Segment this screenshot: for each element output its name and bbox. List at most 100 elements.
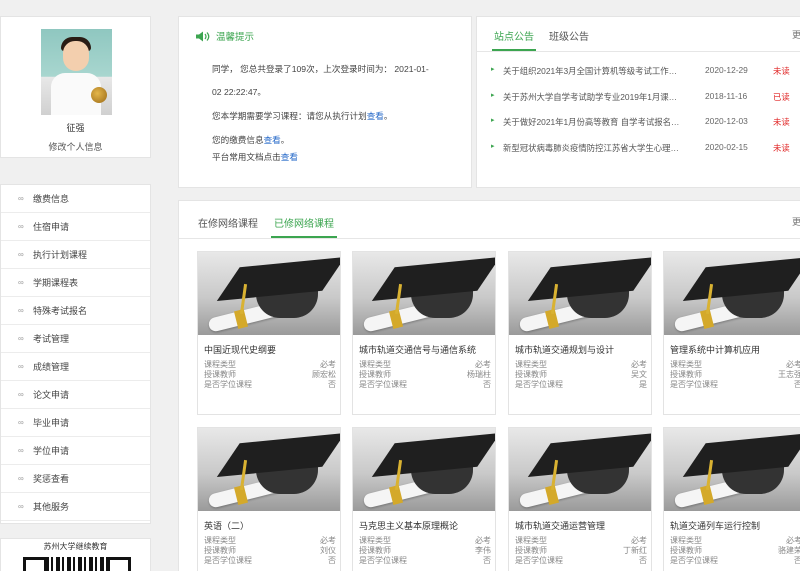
course-title: 城市轨道交通信号与通信系统 <box>359 345 477 355</box>
menu-item-label: 论文申请 <box>33 390 70 400</box>
course-title: 轨道交通列车运行控制 <box>670 521 761 531</box>
announcement-date: 2020-02-15 <box>705 141 748 152</box>
side-menu: ∞ 缴费信息 ∞ 住宿申请 ∞ 执行计划课程 ∞ 学期课程表 ∞ 特殊考试报名 ∞ 考试管理 ∞ 成绩管理… <box>0 184 151 524</box>
course-teacher-row: 授课教师 李伟 <box>359 546 491 555</box>
announcement-row[interactable]: ▸ 新型冠状病毒肺炎疫情防控江苏省大学生心理健康服务 2020-02-15 未读 <box>491 140 800 156</box>
course-card[interactable]: 城市轨道交通信号与通信系统 课程类型 必考 授课教师 杨瑞柱 是否学位课程否 <box>352 251 496 415</box>
menu-item[interactable]: ∞ 住宿申请 <box>1 213 150 241</box>
bullet-arrow-icon: ▸ <box>491 117 495 124</box>
announcement-row[interactable]: ▸ 关于苏州大学自学考试助学专业2019年1月课程考试安排 2018-11-16 已读 <box>491 89 800 105</box>
course-card[interactable]: 城市轨道交通运营管理课程类型 必考 授课教师 丁新红 是否学位课程否 <box>508 427 652 571</box>
user-name: 征强 <box>66 123 85 133</box>
graduation-cap-image <box>198 252 340 335</box>
course-card[interactable]: 城市轨道交通规划与设计 课程类型 必考 授课教师 吴文 是否学位课程是 <box>508 251 652 415</box>
fee-view-link[interactable]: 查看 <box>264 135 281 145</box>
graduation-cap-image <box>353 428 495 511</box>
course-type-row: 课程类型 必考 <box>515 360 647 369</box>
course-teacher-row: 授课教师 杨瑞柱 <box>359 370 491 379</box>
menu-item-label: 住宿申请 <box>33 222 70 232</box>
course-type-row: 课程类型 必考 <box>670 360 800 369</box>
tab-site-announcements[interactable]: 站点公告 <box>494 28 534 43</box>
announcement-panel: 站点公告 班级公告 更 ▸ 关于组织2021年3月全国计算机等级考试工作的通知 20… <box>476 16 800 188</box>
tab-current-courses[interactable]: 在修网络课程 <box>198 215 258 230</box>
avatar <box>41 29 112 115</box>
qr-panel: 苏州大学继续教育 <box>0 538 151 571</box>
menu-item[interactable]: ∞ 学期课程表 <box>1 269 150 297</box>
link-icon: ∞ <box>18 502 24 511</box>
course-teacher-row: 授课教师 顾宏松 <box>204 370 336 379</box>
menu-item[interactable]: ∞ 毕业申请 <box>1 409 150 437</box>
course-card[interactable]: 轨道交通列车运行控制 课程类型 必考 授课教师 骆建荣 是否学位课程否 <box>663 427 800 571</box>
graduation-cap-image <box>664 428 800 511</box>
course-degree-row: 是否学位课程是 <box>515 380 647 389</box>
course-card[interactable]: 管理系统中计算机应用课程类型 必考 授课教师 王志强 是否学位课程否 <box>663 251 800 415</box>
course-teacher-row: 授课教师 王志强 <box>670 370 800 379</box>
menu-item-label: 其他服务 <box>33 502 70 512</box>
announcement-date: 2020-12-29 <box>705 65 748 75</box>
announcement-title: 新型冠状病毒肺炎疫情防控江苏省大学生心理健康服务 <box>503 142 683 153</box>
bullet-arrow-icon: ▸ <box>491 142 495 150</box>
link-icon: ∞ <box>18 306 24 315</box>
menu-item[interactable]: ∞ 缴费信息 <box>1 185 150 213</box>
menu-item[interactable]: ∞ 执行计划课程 <box>1 241 150 269</box>
menu-item[interactable]: ∞ 论文申请 <box>1 381 150 409</box>
graduation-cap-image <box>509 428 651 511</box>
announcement-date: 2020-12-03 <box>705 116 748 126</box>
course-card[interactable]: 马克思主义基本原理概论 课程类型 必考 授课教师 李伟 是否学位课程否 <box>352 427 496 571</box>
login-info: 同学， 您总共登录了109次，上次登录时间为： 2021-01- <box>212 64 429 74</box>
course-type-row: 课程类型 必考 <box>204 360 336 369</box>
link-icon: ∞ <box>18 418 24 427</box>
announcement-row[interactable]: ▸ 关于组织2021年3月全国计算机等级考试工作的通知 2020-12-29 未读 <box>491 63 800 79</box>
announcement-row[interactable]: ▸ 关于做好2021年1月份高等教育 自学考试报名工作的通知 2020-12-03 未… <box>491 114 800 130</box>
read-status: 未读 <box>773 66 790 76</box>
link-icon: ∞ <box>18 390 24 399</box>
bullet-arrow-icon: ▸ <box>491 91 495 99</box>
link-icon: ∞ <box>18 362 24 371</box>
link-icon: ∞ <box>18 222 24 231</box>
graduation-cap-image <box>198 428 340 511</box>
announcement-title: 关于组织2021年3月全国计算机等级考试工作的通知 <box>503 66 683 76</box>
link-icon: ∞ <box>18 250 24 259</box>
graduation-cap-image <box>509 252 651 335</box>
menu-item-label: 特殊考试报名 <box>33 306 88 316</box>
qr-caption: 苏州大学继续教育 <box>43 542 108 551</box>
menu-item[interactable]: ∞ 成绩管理 <box>1 353 150 381</box>
tab-class-announcements[interactable]: 班级公告 <box>549 28 589 43</box>
graduation-cap-image <box>664 252 800 335</box>
menu-item-label: 毕业申请 <box>33 418 70 428</box>
menu-item[interactable]: ∞ 奖惩查看 <box>1 465 150 493</box>
edit-profile-link[interactable]: 修改个人信息 <box>1 140 150 153</box>
announcements-more-link[interactable]: 更 <box>792 28 800 41</box>
announcement-title: 关于做好2021年1月份高等教育 自学考试报名工作的通知 <box>503 117 683 127</box>
menu-item[interactable]: ∞ 学位申请 <box>1 437 150 465</box>
menu-item[interactable]: ∞ 考试管理 <box>1 325 150 353</box>
speaker-icon <box>196 31 210 41</box>
course-title: 城市轨道交通运营管理 <box>515 521 606 531</box>
link-icon: ∞ <box>18 194 24 203</box>
tab-completed-courses[interactable]: 已修网络课程 <box>274 215 334 230</box>
docs-view-link[interactable]: 查看 <box>281 152 298 162</box>
menu-item-label: 奖惩查看 <box>33 474 70 484</box>
read-status: 未读 <box>773 142 790 153</box>
menu-item[interactable]: ∞ 其他服务 <box>1 493 150 521</box>
course-title: 英语（二） <box>204 521 250 531</box>
course-type-row: 课程类型 必考 <box>515 536 647 545</box>
course-teacher-row: 授课教师 吴文 <box>515 370 647 379</box>
course-card[interactable]: 英语（二） 课程类型 必考 授课教师 刘仪 是否学位课程否 <box>197 427 341 571</box>
course-type-row: 课程类型 必考 <box>204 536 336 545</box>
course-title: 马克思主义基本原理概论 <box>359 521 459 531</box>
course-teacher-row: 授课教师 丁新红 <box>515 546 647 555</box>
login-time: 02 22:22:47。 <box>212 87 266 97</box>
course-degree-row: 是否学位课程否 <box>515 556 647 565</box>
course-degree-row: 是否学位课程否 <box>670 380 800 389</box>
menu-item[interactable]: ∞ 特殊考试报名 <box>1 297 150 325</box>
plan-view-link[interactable]: 查看 <box>367 111 384 121</box>
qr-code <box>23 557 131 571</box>
course-title: 管理系统中计算机应用 <box>670 345 761 355</box>
course-degree-row: 是否学位课程否 <box>204 556 336 565</box>
course-card[interactable]: 中国近现代史纲要 课程类型 必考 授课教师 顾宏松 是否学位课程否 <box>197 251 341 415</box>
menu-item-label: 执行计划课程 <box>33 250 88 260</box>
courses-more-link[interactable]: 更 <box>792 215 800 228</box>
link-icon: ∞ <box>18 474 24 483</box>
course-type-row: 课程类型 必考 <box>670 536 800 545</box>
